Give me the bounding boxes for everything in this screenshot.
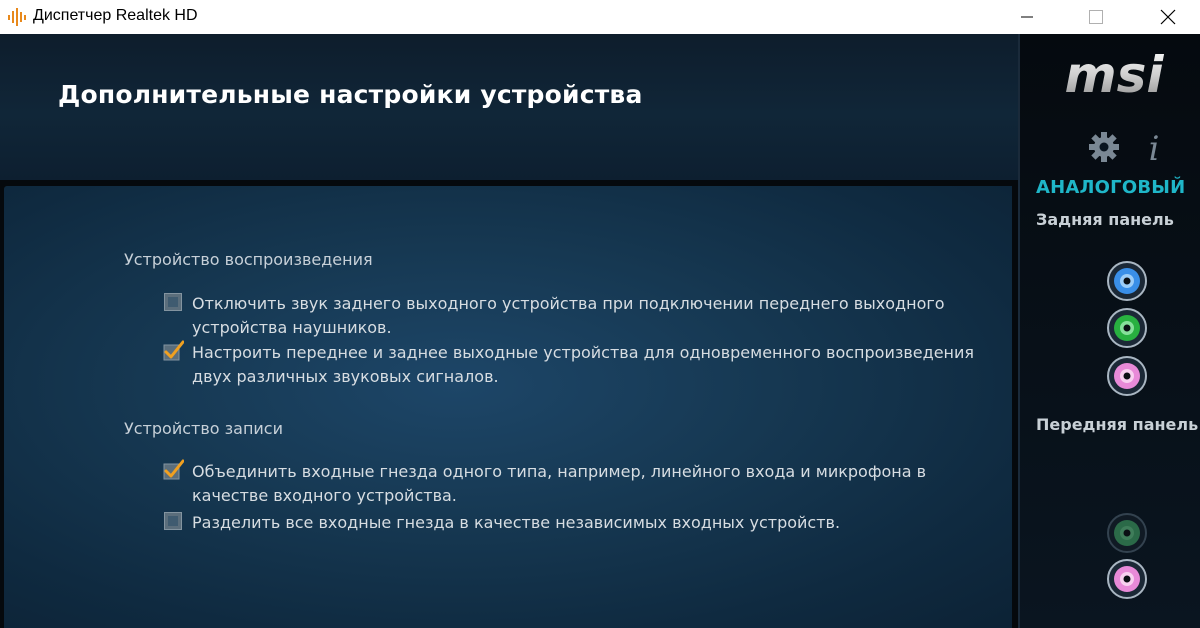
recording-section-title: Устройство записи bbox=[124, 419, 283, 438]
front-panel-label: Передняя панель bbox=[1036, 415, 1199, 434]
info-icon[interactable]: i bbox=[1142, 129, 1166, 165]
blue-jack-icon[interactable] bbox=[1106, 260, 1148, 302]
svg-text:msi: msi bbox=[1065, 48, 1165, 100]
checkbox-checked-icon[interactable] bbox=[162, 340, 184, 362]
title-bar: Диспетчер Realtek HD bbox=[0, 0, 1200, 34]
option-label: Объединить входные гнезда одного типа, н… bbox=[192, 462, 927, 505]
option-label: Настроить переднее и заднее выходные уст… bbox=[192, 343, 975, 386]
maximize-button[interactable] bbox=[1073, 0, 1119, 34]
dimmed-green-jack-icon bbox=[1107, 513, 1147, 553]
pink-jack-icon[interactable] bbox=[1106, 355, 1148, 397]
analog-label: АНАЛОГОВЫЙ bbox=[1036, 177, 1186, 198]
checkbox-unchecked[interactable] bbox=[164, 293, 182, 311]
minimize-button[interactable] bbox=[1004, 0, 1050, 34]
page-title: Дополнительные настройки устройства bbox=[58, 80, 643, 109]
gear-icon[interactable] bbox=[1087, 130, 1121, 164]
option-label: Отключить звук заднего выходного устройс… bbox=[192, 294, 945, 337]
minimize-icon bbox=[1021, 16, 1033, 18]
sidebar-divider bbox=[1018, 34, 1020, 628]
maximize-icon bbox=[1089, 10, 1103, 24]
settings-content: Устройство воспроизведения Отключить зву… bbox=[0, 180, 1018, 628]
speaker-wave-icon bbox=[8, 8, 26, 26]
front-pink-jack-icon[interactable] bbox=[1106, 558, 1148, 600]
back-panel-label: Задняя панель bbox=[1036, 210, 1174, 229]
green-jack-icon[interactable] bbox=[1106, 307, 1148, 349]
page-header: Дополнительные настройки устройства bbox=[0, 34, 1018, 180]
close-icon bbox=[1160, 9, 1176, 25]
svg-text:i: i bbox=[1149, 129, 1160, 165]
checkbox-checked-icon[interactable] bbox=[162, 459, 184, 481]
settings-panel: Устройство воспроизведения Отключить зву… bbox=[4, 186, 1012, 628]
realtek-window: Диспетчер Realtek HD Дополнительные наст… bbox=[0, 0, 1200, 628]
connector-sidebar: msi i АНАЛОГОВЫЙ Задняя панель Передняя … bbox=[1018, 34, 1200, 628]
msi-logo: msi bbox=[1065, 48, 1165, 100]
checkbox-unchecked[interactable] bbox=[164, 512, 182, 530]
window-title: Диспетчер Realtek HD bbox=[33, 7, 198, 24]
close-button[interactable] bbox=[1145, 0, 1191, 34]
playback-section-title: Устройство воспроизведения bbox=[124, 250, 373, 269]
option-label: Разделить все входные гнезда в качестве … bbox=[192, 513, 841, 532]
